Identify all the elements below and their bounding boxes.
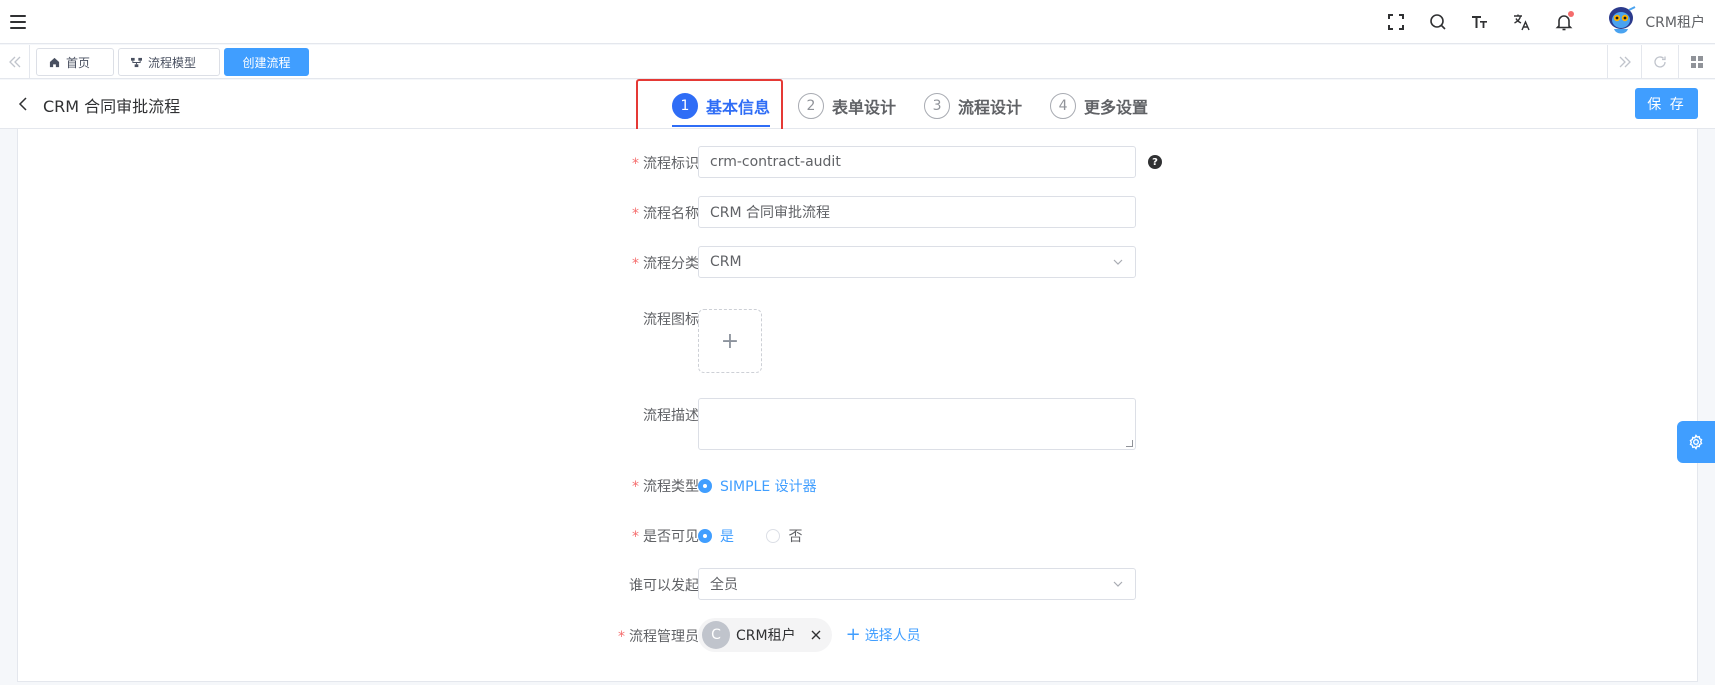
gear-icon bbox=[1689, 434, 1703, 450]
chevron-down-icon bbox=[1113, 581, 1123, 587]
close-icon[interactable] bbox=[810, 629, 822, 641]
manager-name: CRM租户 bbox=[736, 628, 796, 644]
process-key-input[interactable]: crm-contract-audit bbox=[698, 146, 1136, 178]
process-header: CRM 合同审批流程 1 基本信息 2 表单设计 3 流程设计 4 更多设置 保… bbox=[0, 80, 1715, 129]
step-number: 2 bbox=[798, 93, 825, 119]
field-label: 流程图标 bbox=[643, 312, 699, 328]
step-form-design[interactable]: 2 表单设计 bbox=[798, 89, 896, 123]
settings-float-button[interactable] bbox=[1677, 421, 1715, 463]
process-category-select[interactable]: CRM bbox=[698, 246, 1136, 278]
icon-upload-button[interactable]: + bbox=[698, 309, 762, 373]
step-label: 流程设计 bbox=[958, 98, 1023, 117]
user-name[interactable]: CRM租户 bbox=[1645, 12, 1705, 32]
manager-user-chip: C CRM租户 bbox=[698, 618, 832, 652]
font-size-icon[interactable] bbox=[1470, 12, 1490, 32]
field-label: * 是否可见 bbox=[632, 529, 699, 545]
help-icon[interactable]: ? bbox=[1148, 155, 1162, 169]
step-more-settings[interactable]: 4 更多设置 bbox=[1050, 89, 1148, 123]
process-name-input[interactable]: CRM 合同审批流程 bbox=[698, 196, 1136, 228]
plus-icon: + bbox=[845, 624, 861, 645]
avatar[interactable] bbox=[1603, 4, 1639, 40]
bell-icon[interactable] bbox=[1554, 11, 1575, 32]
tag-process-model[interactable]: 流程模型 bbox=[118, 48, 220, 76]
select-user-button[interactable]: + 选择人员 bbox=[846, 625, 921, 645]
home-icon bbox=[49, 57, 60, 67]
grid-menu-icon[interactable] bbox=[1678, 45, 1715, 78]
field-label: 流程描述 bbox=[643, 408, 699, 424]
field-label: * 流程标识 bbox=[632, 156, 699, 172]
visible-radio-group: 是 否 bbox=[698, 526, 830, 547]
page-title: CRM 合同审批流程 bbox=[43, 97, 181, 116]
flow-icon bbox=[131, 57, 142, 67]
save-button[interactable]: 保 存 bbox=[1635, 88, 1698, 119]
radio-visible-no[interactable]: 否 bbox=[766, 526, 802, 546]
menu-icon[interactable] bbox=[10, 14, 26, 29]
step-label: 更多设置 bbox=[1084, 98, 1149, 117]
field-label: * 流程类型 bbox=[632, 479, 699, 495]
field-label: * 流程名称 bbox=[632, 206, 699, 222]
step-number: 3 bbox=[924, 93, 951, 119]
refresh-icon[interactable] bbox=[1641, 45, 1678, 78]
field-label: 谁可以发起 bbox=[629, 578, 699, 594]
search-icon[interactable] bbox=[1428, 12, 1448, 32]
field-label: * 流程分类 bbox=[632, 256, 699, 272]
tags-bar: 首页 流程模型 创建流程 bbox=[0, 45, 1715, 79]
back-icon[interactable] bbox=[18, 94, 30, 114]
notification-dot bbox=[1568, 11, 1575, 17]
starter-select[interactable]: 全员 bbox=[698, 568, 1136, 600]
translate-icon[interactable] bbox=[1512, 12, 1532, 32]
chevron-down-icon bbox=[1113, 259, 1123, 265]
tag-home[interactable]: 首页 bbox=[36, 48, 114, 76]
form-card: * 流程标识 crm-contract-audit ? * 流程名称 CRM 合同审… bbox=[17, 129, 1698, 682]
managers-control: C CRM租户 + 选择人员 bbox=[698, 618, 921, 652]
avatar: C bbox=[702, 621, 730, 649]
scroll-left-icon[interactable] bbox=[0, 45, 30, 78]
tag-create-process[interactable]: 创建流程 bbox=[224, 48, 309, 76]
step-label: 表单设计 bbox=[832, 98, 897, 117]
row-process-description: 流程描述 bbox=[18, 398, 1699, 450]
step-process-design[interactable]: 3 流程设计 bbox=[924, 89, 1022, 123]
radio-simple-designer[interactable]: SIMPLE 设计器 bbox=[698, 476, 817, 496]
field-label: * 流程管理员 bbox=[618, 629, 699, 645]
step-number: 4 bbox=[1050, 93, 1077, 119]
process-description-textarea[interactable] bbox=[698, 398, 1136, 450]
navbar-actions: CRM租户 bbox=[1375, 0, 1705, 44]
radio-visible-yes[interactable]: 是 bbox=[698, 526, 734, 546]
top-navbar: CRM租户 bbox=[0, 0, 1715, 44]
scroll-right-icon[interactable] bbox=[1607, 45, 1641, 78]
process-type-radio-group: SIMPLE 设计器 bbox=[698, 476, 845, 497]
fullscreen-icon[interactable] bbox=[1386, 12, 1406, 32]
